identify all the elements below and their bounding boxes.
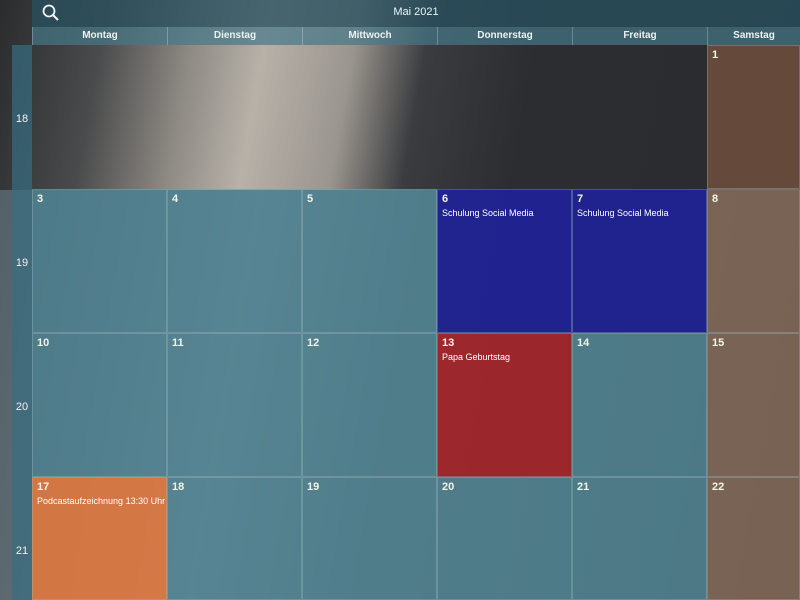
day-number: 17 bbox=[37, 481, 50, 493]
day-number: 3 bbox=[37, 193, 44, 205]
day-cell[interactable]: 11 bbox=[167, 333, 302, 477]
day-number: 13 bbox=[442, 337, 455, 349]
day-cell[interactable]: 13 Papa Geburtstag bbox=[437, 333, 572, 477]
day-cell[interactable]: 3 bbox=[32, 189, 167, 333]
month-title: Mai 2021 bbox=[393, 6, 439, 18]
weekday-saturday: Samstag bbox=[707, 27, 800, 45]
day-cell[interactable]: 14 bbox=[572, 333, 707, 477]
event-label[interactable]: Schulung Social Media bbox=[442, 208, 534, 218]
week-number: 21 bbox=[15, 545, 29, 557]
event-label[interactable]: Papa Geburtstag bbox=[442, 352, 510, 362]
day-cell[interactable]: 15 bbox=[707, 333, 800, 477]
day-cell[interactable]: 22 bbox=[707, 477, 800, 600]
week-number: 20 bbox=[15, 401, 29, 413]
day-cell[interactable]: 17 Podcastaufzeichnung 13:30 Uhr bbox=[32, 477, 167, 600]
weekday-wednesday: Mittwoch bbox=[302, 27, 437, 45]
event-label[interactable]: Schulung Social Media bbox=[577, 208, 669, 218]
day-number: 5 bbox=[307, 193, 314, 205]
day-number: 22 bbox=[712, 481, 725, 493]
day-cell[interactable]: 21 bbox=[572, 477, 707, 600]
day-number: 19 bbox=[307, 481, 320, 493]
week-number: 19 bbox=[15, 257, 29, 269]
day-cell[interactable]: 6 Schulung Social Media bbox=[437, 189, 572, 333]
day-number: 11 bbox=[172, 337, 184, 349]
day-number: 12 bbox=[307, 337, 320, 349]
day-number: 20 bbox=[442, 481, 455, 493]
week-number-column bbox=[12, 45, 32, 600]
day-number: 15 bbox=[712, 337, 725, 349]
day-cell[interactable]: 8 bbox=[707, 189, 800, 333]
day-cell[interactable]: 18 bbox=[167, 477, 302, 600]
day-cell[interactable]: 12 bbox=[302, 333, 437, 477]
day-cell[interactable]: 7 Schulung Social Media bbox=[572, 189, 707, 333]
day-number: 10 bbox=[37, 337, 50, 349]
day-number: 7 bbox=[577, 193, 584, 205]
weekday-friday: Freitag bbox=[572, 27, 707, 45]
day-cell[interactable]: 10 bbox=[32, 333, 167, 477]
day-number: 14 bbox=[577, 337, 590, 349]
day-number: 18 bbox=[172, 481, 185, 493]
day-cell[interactable]: 19 bbox=[302, 477, 437, 600]
weekday-tuesday: Dienstag bbox=[167, 27, 302, 45]
day-cell[interactable]: 20 bbox=[437, 477, 572, 600]
day-number: 1 bbox=[712, 49, 719, 61]
day-number: 8 bbox=[712, 193, 719, 205]
day-cell[interactable]: 1 bbox=[707, 45, 800, 189]
event-label[interactable]: Podcastaufzeichnung 13:30 Uhr bbox=[37, 496, 165, 506]
day-cell[interactable]: 5 bbox=[302, 189, 437, 333]
day-number: 4 bbox=[172, 193, 179, 205]
day-cell[interactable]: 4 bbox=[167, 189, 302, 333]
week-number: 18 bbox=[15, 113, 29, 125]
weekday-thursday: Donnerstag bbox=[437, 27, 572, 45]
day-number: 21 bbox=[577, 481, 590, 493]
weekday-monday: Montag bbox=[32, 27, 167, 45]
day-number: 6 bbox=[442, 193, 449, 205]
